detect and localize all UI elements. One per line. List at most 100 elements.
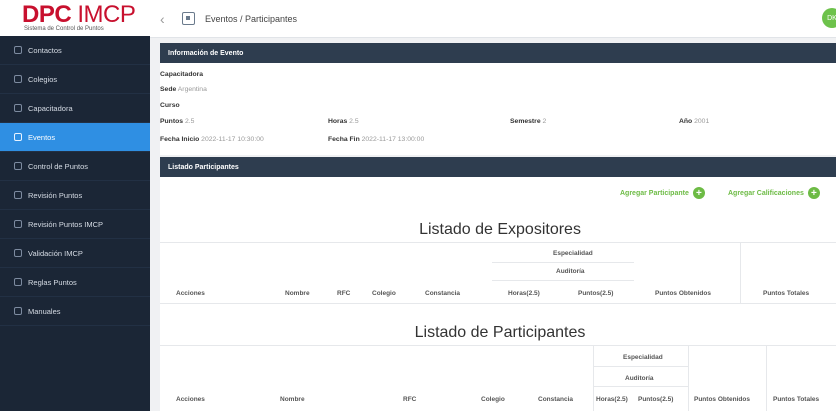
col-rfc: RFC <box>403 396 417 403</box>
sede-row: Sede Argentina <box>160 86 207 93</box>
logo-dpc: DPC <box>22 1 72 28</box>
audit-group-header: Auditoría <box>625 375 654 382</box>
fecha-fin-row: Fecha Fin 2022-11-17 13:00:00 <box>328 136 424 143</box>
divider <box>593 366 688 367</box>
divider <box>160 242 836 243</box>
top-bar: ‹ Eventos / Participantes DK <box>150 0 836 38</box>
sidebar-item-label: Revisión Puntos <box>28 190 83 200</box>
sidebar-item-colegios[interactable]: Colegios <box>0 65 150 94</box>
sidebar-item-validacion-imcp[interactable]: Validación IMCP <box>0 239 150 268</box>
expositores-title: Listado de Expositores <box>419 221 581 238</box>
breadcrumb: Eventos / Participantes <box>205 13 298 24</box>
capacitadora-label: Capacitadora <box>160 71 203 78</box>
puntos-row: Puntos 2.5 <box>160 118 194 125</box>
horas-row: Horas 2.5 <box>328 118 359 125</box>
plus-icon: + <box>807 187 820 199</box>
col-colegio: Colegio <box>372 290 396 297</box>
avatar[interactable]: DK <box>822 8 836 28</box>
sidebar-item-reglas-puntos[interactable]: Reglas Puntos <box>0 268 150 297</box>
col-rfc: RFC <box>337 290 351 297</box>
horas-value: 2.5 <box>349 118 359 125</box>
sidebar-item-label: Contactos <box>28 45 62 55</box>
divider <box>160 345 836 346</box>
puntos-value: 2.5 <box>184 118 195 125</box>
col-puntos-totales: Puntos Totales <box>763 290 810 297</box>
sidebar-item-label: Colegios <box>28 74 58 84</box>
fecha-inicio-row: Fecha Inicio 2022-11-17 10:30:00 <box>160 136 264 143</box>
event-info-header: Información de Evento <box>160 43 836 63</box>
app-logo[interactable]: DPC IMCP Sistema de Control de Puntos <box>0 0 150 36</box>
add-grades-button[interactable]: Agregar Calificaciones + <box>728 187 820 199</box>
divider <box>160 303 836 304</box>
calendar-icon <box>14 133 22 141</box>
col-nombre: Nombre <box>285 290 310 297</box>
col-puntos-obtenidos: Puntos Obtenidos <box>694 396 750 403</box>
semestre-row: Semestre 2 <box>510 118 546 125</box>
capacitadora-key: Capacitadora <box>160 71 204 78</box>
divider <box>740 242 741 303</box>
fecha-fin-key: Fecha Fin <box>328 136 360 143</box>
fecha-inicio-key: Fecha Inicio <box>160 136 200 143</box>
col-horas: Horas(2.5) <box>596 396 628 403</box>
sidebar-item-label: Validación IMCP <box>28 248 83 258</box>
col-puntos: Puntos(2.5) <box>638 396 674 403</box>
col-colegio: Colegio <box>481 396 505 403</box>
sidebar-item-label: Control de Puntos <box>28 161 89 171</box>
sidebar-item-capacitadora[interactable]: Capacitadora <box>0 94 150 123</box>
horas-key: Horas <box>328 118 348 125</box>
sidebar-item-control-puntos[interactable]: Control de Puntos <box>0 152 150 181</box>
puntos-key: Puntos <box>160 118 184 125</box>
add-participant-button[interactable]: Agregar Participante + <box>620 187 705 199</box>
semestre-key: Semestre <box>510 118 541 125</box>
add-grades-label: Agregar Calificaciones <box>728 189 804 197</box>
logo-imcp: IMCP <box>77 1 136 28</box>
contacts-icon <box>14 46 22 54</box>
divider <box>492 280 634 281</box>
sidebar-item-revision-puntos[interactable]: Revisión Puntos <box>0 181 150 210</box>
sidebar-item-eventos[interactable]: Eventos <box>0 123 150 152</box>
back-chevron-icon[interactable]: ‹ <box>160 11 174 27</box>
rules-icon <box>14 278 22 286</box>
curso-label: Curso <box>160 102 180 109</box>
list-icon <box>14 220 22 228</box>
fecha-fin-value: 2022-11-17 13:00:00 <box>361 136 425 143</box>
fecha-inicio-value: 2022-11-17 10:30:00 <box>201 136 264 143</box>
col-puntos-obtenidos: Puntos Obtenidos <box>655 290 711 297</box>
sede-value: Argentina <box>177 86 207 93</box>
sede-key: Sede <box>160 86 177 93</box>
add-participant-label: Agregar Participante <box>620 189 689 197</box>
sidebar-item-label: Capacitadora <box>28 103 73 113</box>
specialty-group-header: Especialidad <box>553 250 593 257</box>
divider <box>688 345 689 411</box>
participantes-title: Listado de Participantes <box>414 324 586 341</box>
plus-icon: + <box>692 187 705 199</box>
divider <box>593 345 594 411</box>
audit-group-header: Auditoría <box>556 268 585 275</box>
calendar-icon <box>182 12 195 25</box>
building-icon <box>14 75 22 83</box>
curso-key: Curso <box>160 102 180 109</box>
participants-header: Listado Participantes <box>160 157 836 177</box>
check-icon <box>14 249 22 257</box>
school-icon <box>14 104 22 112</box>
sidebar-item-revision-puntos-imcp[interactable]: Revisión Puntos IMCP <box>0 210 150 239</box>
col-acciones: Acciones <box>176 396 205 403</box>
col-puntos: Puntos(2.5) <box>578 290 614 297</box>
checklist-icon <box>14 162 22 170</box>
col-acciones: Acciones <box>176 290 205 297</box>
col-nombre: Nombre <box>280 396 305 403</box>
sidebar-item-manuales[interactable]: Manuales <box>0 297 150 326</box>
col-constancia: Constancia <box>425 290 461 297</box>
logo-title: DPC IMCP <box>22 1 150 28</box>
sidebar-nav: Contactos Colegios Capacitadora Eventos … <box>0 36 150 326</box>
col-constancia: Constancia <box>538 396 574 403</box>
sidebar-item-label: Manuales <box>28 306 61 316</box>
col-puntos-totales: Puntos Totales <box>773 396 820 403</box>
anio-value: 2001 <box>694 118 710 125</box>
sidebar-item-label: Eventos <box>28 132 56 142</box>
sidebar-item-contactos[interactable]: Contactos <box>0 36 150 65</box>
divider <box>766 345 767 411</box>
list-icon <box>14 191 22 199</box>
col-horas: Horas(2.5) <box>508 290 540 297</box>
divider <box>492 262 634 263</box>
